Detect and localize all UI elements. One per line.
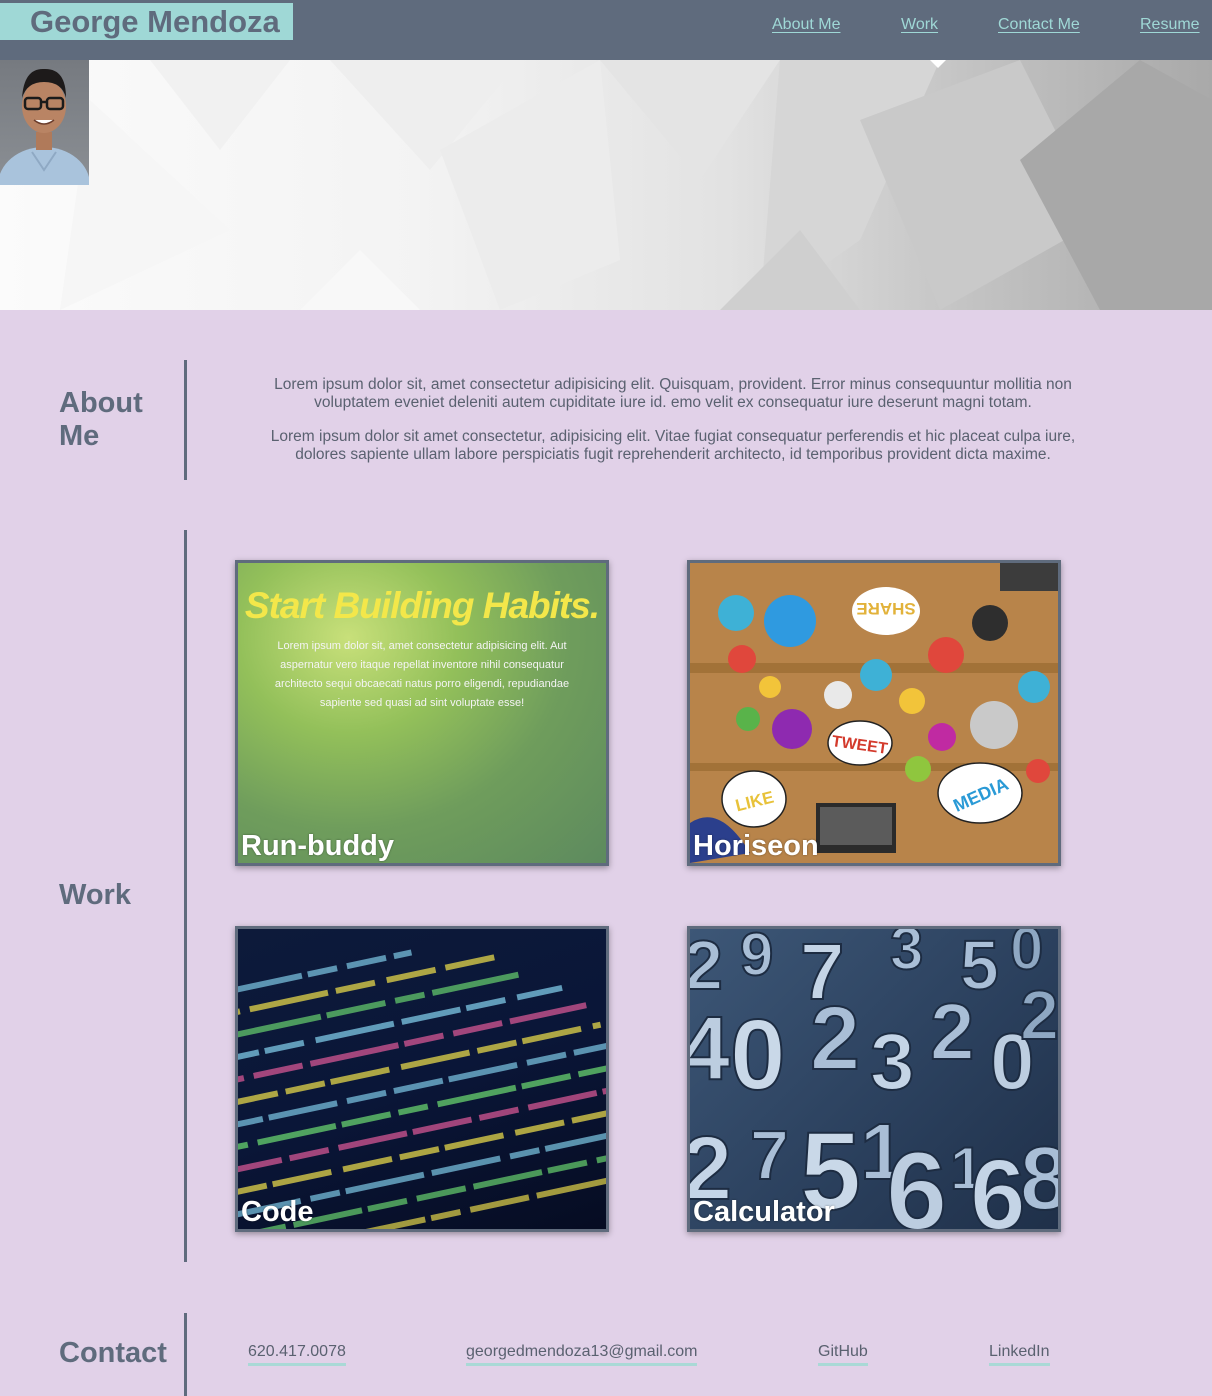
contact-phone-link[interactable]: 620.417.0078	[248, 1342, 346, 1366]
contact-section-title: Contact	[59, 1337, 167, 1369]
horiseon-share-word: SHARE	[856, 599, 916, 618]
contact-divider	[184, 1313, 187, 1396]
hero-geometric-pattern	[60, 60, 1212, 310]
svg-text:7: 7	[750, 1116, 789, 1194]
svg-text:8: 8	[1020, 1129, 1058, 1229]
contact-linkedin-link[interactable]: LinkedIn	[989, 1342, 1050, 1366]
contact-email-link[interactable]: georgedmendoza13@gmail.com	[466, 1342, 698, 1366]
svg-text:0: 0	[1010, 929, 1043, 982]
project-title: Run-buddy	[241, 830, 395, 862]
svg-text:2: 2	[690, 929, 723, 1004]
calculator-image: 2 9 7 3 5 0 4 0 2 3 2 0 2 2 7 5 1 6 1 6	[690, 929, 1058, 1229]
svg-text:6: 6	[970, 1139, 1026, 1229]
svg-text:3: 3	[890, 929, 923, 982]
nav-link-about[interactable]: About Me	[772, 15, 840, 35]
about-paragraph: Lorem ipsum dolor sit amet consectetur, …	[270, 428, 1076, 463]
about-text: Lorem ipsum dolor sit, amet consectetur …	[250, 376, 1096, 480]
project-title: Horiseon	[693, 830, 819, 862]
work-divider	[184, 530, 187, 1262]
project-title: Calculator	[693, 1196, 835, 1228]
project-title: Code	[241, 1196, 314, 1228]
profile-photo-icon	[0, 60, 89, 185]
site-header: George Mendoza About Me Work Contact Me …	[0, 0, 1212, 60]
contact-github-link[interactable]: GitHub	[818, 1342, 868, 1366]
nav-link-resume[interactable]: Resume	[1140, 15, 1200, 35]
hero-banner	[0, 60, 1212, 310]
svg-text:2: 2	[930, 987, 975, 1076]
run-buddy-image-text: Lorem ipsum dolor sit, amet consectetur …	[274, 640, 570, 709]
project-card-calculator[interactable]: 2 9 7 3 5 0 4 0 2 3 2 0 2 2 7 5 1 6 1 6	[687, 926, 1061, 1232]
site-brand[interactable]: George Mendoza	[0, 3, 293, 40]
svg-text:4: 4	[690, 999, 730, 1099]
about-divider	[184, 360, 187, 480]
nav-link-work[interactable]: Work	[901, 15, 938, 35]
nav-link-contact[interactable]: Contact Me	[998, 15, 1080, 35]
code-image	[238, 929, 606, 1229]
svg-text:9: 9	[740, 929, 773, 988]
svg-text:3: 3	[870, 1017, 915, 1106]
project-card-run-buddy[interactable]: Start Building Habits. Lorem ipsum dolor…	[235, 560, 609, 866]
svg-text:2: 2	[1020, 976, 1058, 1054]
horiseon-image: SHARE TWEET LIKE MEDIA	[690, 563, 1058, 863]
svg-text:6: 6	[886, 1130, 947, 1229]
project-card-horiseon[interactable]: SHARE TWEET LIKE MEDIA Horiseon	[687, 560, 1061, 866]
about-section-title: About Me	[59, 387, 159, 453]
svg-text:0: 0	[730, 999, 786, 1111]
about-paragraph: Lorem ipsum dolor sit, amet consectetur …	[274, 376, 1072, 411]
about-title-text: About Me	[59, 387, 143, 452]
project-card-code[interactable]: Code	[235, 926, 609, 1232]
run-buddy-headline: Start Building Habits.	[244, 585, 600, 626]
svg-text:2: 2	[810, 989, 860, 1089]
run-buddy-image: Start Building Habits. Lorem ipsum dolor…	[238, 563, 606, 863]
work-section-title: Work	[59, 879, 131, 911]
